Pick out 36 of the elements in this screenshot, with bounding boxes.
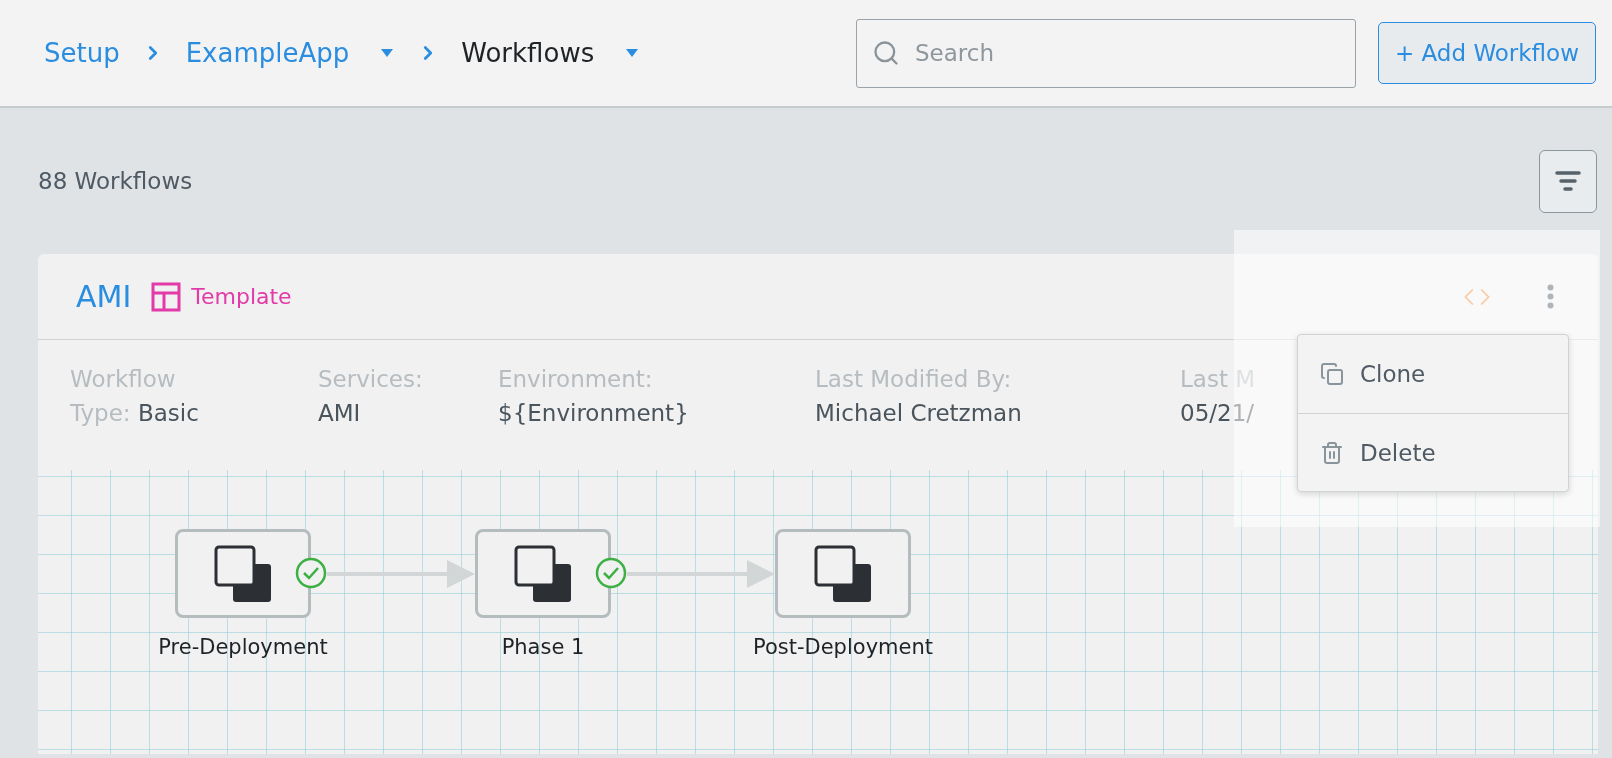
breadcrumb-link[interactable]: ExampleApp <box>185 38 350 68</box>
stage-node[interactable] <box>775 529 911 618</box>
menu-item[interactable]: Clone <box>1298 335 1568 413</box>
template-label: Template <box>191 284 292 309</box>
stage-label: Post-Deployment <box>752 635 934 659</box>
more-vertical-icon <box>1547 284 1554 309</box>
stage-node[interactable] <box>475 529 611 618</box>
detail-value: ${Environment} <box>498 399 690 428</box>
detail-label: Services: <box>318 365 424 394</box>
menu-item[interactable]: Delete <box>1298 413 1568 491</box>
detail-label: Last Modified By: <box>815 365 1013 394</box>
search-field[interactable]: Search <box>855 18 1356 88</box>
caret-icon[interactable] <box>624 48 641 58</box>
filter-button[interactable] <box>1539 149 1597 213</box>
workflow-count: 88 Workflows <box>38 168 193 194</box>
trash-icon <box>1320 440 1344 465</box>
detail-value: 05/21/ <box>1180 399 1256 428</box>
detail-label: Workflow Type: Basic <box>70 365 200 428</box>
add-workflow-button[interactable]: + Add Workflow <box>1377 22 1596 84</box>
copy-icon <box>1320 362 1344 386</box>
stage-node[interactable] <box>175 529 311 618</box>
caret-icon[interactable] <box>379 48 396 58</box>
template-icon <box>151 281 182 312</box>
stage-icon <box>213 543 273 604</box>
filter-icon <box>1554 169 1582 193</box>
stage-label: Phase 1 <box>500 635 586 659</box>
stage-icon <box>513 543 573 604</box>
stage-label: Pre-Deployment <box>157 635 329 659</box>
detail-value: AMI <box>318 399 362 428</box>
detail-value: Michael Cretzman <box>815 399 1023 428</box>
detail-label: Environment: <box>498 365 654 394</box>
workflow-title[interactable]: AMI <box>76 279 132 314</box>
breadcrumb-link[interactable]: Setup <box>44 38 120 68</box>
stage-icon <box>813 543 873 604</box>
breadcrumb-link[interactable]: Workflows <box>461 38 595 68</box>
search-icon <box>871 38 900 67</box>
